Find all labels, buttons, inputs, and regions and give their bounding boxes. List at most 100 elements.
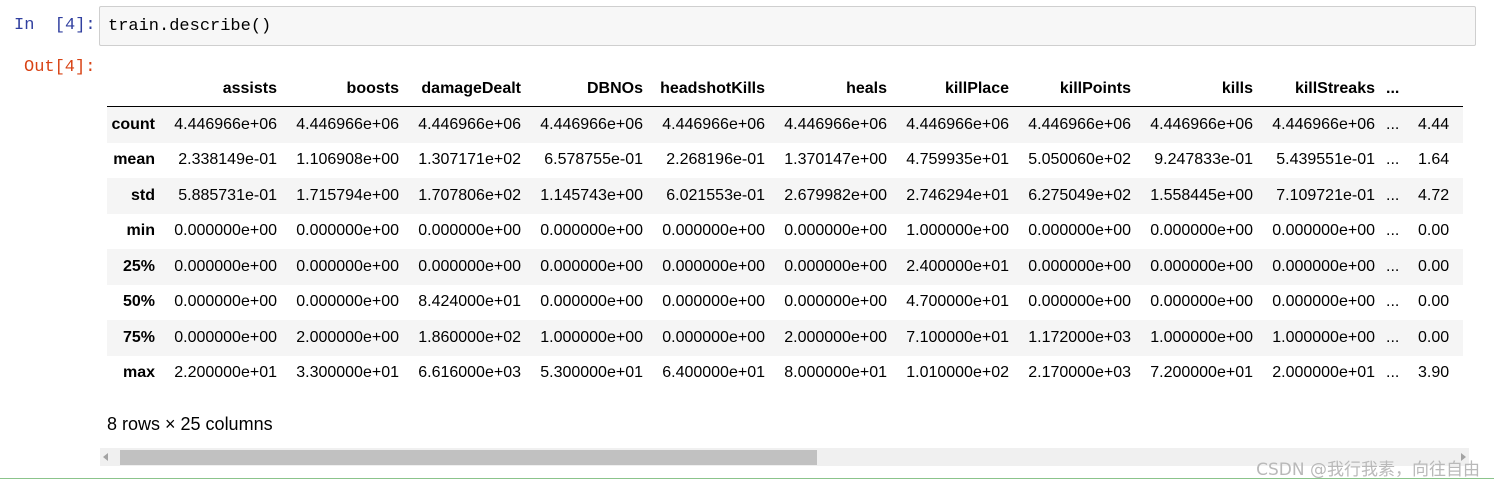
table-cell: 1.558445e+00 <box>1150 186 1253 204</box>
row-index-label: 50% <box>122 293 155 311</box>
table-cell: 0.000000e+00 <box>296 222 399 240</box>
table-shape-summary: 8 rows × 25 columns <box>107 414 273 434</box>
table-cell: 6.275049e+02 <box>1028 186 1131 204</box>
table-cell: 0.000000e+00 <box>1272 293 1375 311</box>
table-header-row: assists boosts damageDealt DBNOs headsho… <box>107 72 1463 107</box>
table-cell: 0.000000e+00 <box>662 293 765 311</box>
table-cell: 1.707806e+02 <box>418 186 521 204</box>
code-text[interactable]: train.describe() <box>108 17 271 36</box>
index-header <box>107 72 160 107</box>
scrollbar-thumb[interactable] <box>120 450 817 465</box>
table-cell: 8.000000e+01 <box>784 364 887 382</box>
table-cell: 0.000000e+00 <box>1028 257 1131 275</box>
table-cell: 0.000000e+00 <box>174 293 277 311</box>
table-cell: 1.307171e+02 <box>418 151 521 169</box>
table-cell: 9.247833e-01 <box>1154 151 1253 169</box>
column-header-truncated <box>1413 72 1463 107</box>
table-row: count 4.446966e+06 4.446966e+06 4.446966e+0… <box>107 106 1463 143</box>
column-header: boosts <box>282 72 404 107</box>
table-cell-truncated: 4.72 <box>1418 186 1450 204</box>
row-index-label: min <box>126 222 155 240</box>
table-cell-ellipsis: ... <box>1386 293 1400 311</box>
column-header: killStreaks <box>1258 72 1380 107</box>
table-cell: 1.145743e+00 <box>540 186 643 204</box>
table-cell: 4.446966e+06 <box>540 115 643 133</box>
table-cell: 0.000000e+00 <box>174 222 277 240</box>
table-cell-ellipsis: ... <box>1386 115 1400 133</box>
table-cell-ellipsis: ... <box>1386 186 1400 204</box>
column-header: assists <box>160 72 282 107</box>
column-header: kills <box>1136 72 1258 107</box>
table-cell: 1.000000e+00 <box>906 222 1009 240</box>
code-input-area[interactable]: train.describe() <box>99 6 1476 46</box>
table-cell-truncated: 0.00 <box>1418 222 1450 240</box>
row-index-label: 25% <box>122 257 155 275</box>
table-cell: 1.172000e+03 <box>1028 328 1131 346</box>
column-header: killPlace <box>892 72 1014 107</box>
table-row: max 2.200000e+01 3.300000e+01 6.616000e+03 5… <box>107 355 1463 391</box>
table-cell: 0.000000e+00 <box>1150 222 1253 240</box>
column-header: killPoints <box>1014 72 1136 107</box>
table-cell: 1.000000e+00 <box>1272 328 1375 346</box>
table-cell: 4.446966e+06 <box>784 115 887 133</box>
table-cell: 0.000000e+00 <box>296 257 399 275</box>
table-cell: 0.000000e+00 <box>1272 222 1375 240</box>
table-row: std 5.885731e-01 1.715794e+00 1.707806e+02 1… <box>107 178 1463 214</box>
table-cell: 6.400000e+01 <box>662 364 765 382</box>
table-cell: 4.446966e+06 <box>662 115 765 133</box>
table-cell-truncated: 0.00 <box>1418 257 1450 275</box>
table-cell: 5.439551e-01 <box>1276 151 1375 169</box>
table-cell: 2.000000e+01 <box>1272 364 1375 382</box>
dataframe-output: assists boosts damageDealt DBNOs headsho… <box>107 72 1469 394</box>
table-cell: 4.446966e+06 <box>296 115 399 133</box>
table-cell: 0.000000e+00 <box>296 293 399 311</box>
table-cell: 6.616000e+03 <box>418 364 521 382</box>
table-cell: 0.000000e+00 <box>784 257 887 275</box>
table-cell: 0.000000e+00 <box>418 257 521 275</box>
column-header: heals <box>770 72 892 107</box>
table-cell: 0.000000e+00 <box>174 328 277 346</box>
table-cell: 4.759935e+01 <box>906 151 1009 169</box>
table-cell: 4.446966e+06 <box>1272 115 1375 133</box>
table-cell: 4.446966e+06 <box>1150 115 1253 133</box>
output-prompt: Out[4]: <box>24 58 96 77</box>
table-cell: 1.010000e+02 <box>906 364 1009 382</box>
table-cell-truncated: 4.44 <box>1418 115 1450 133</box>
describe-table: assists boosts damageDealt DBNOs headsho… <box>107 72 1463 391</box>
table-cell: 7.100000e+01 <box>906 328 1009 346</box>
table-cell-ellipsis: ... <box>1386 364 1400 382</box>
table-cell: 1.860000e+02 <box>418 328 521 346</box>
table-cell: 4.446966e+06 <box>418 115 521 133</box>
table-cell: 7.200000e+01 <box>1150 364 1253 382</box>
input-prompt: In [4]: <box>14 16 96 35</box>
table-cell: 0.000000e+00 <box>1150 293 1253 311</box>
row-index-label: count <box>111 115 155 133</box>
column-header: headshotKills <box>648 72 770 107</box>
table-cell: 0.000000e+00 <box>784 293 887 311</box>
table-cell: 1.106908e+00 <box>296 151 399 169</box>
table-cell-ellipsis: ... <box>1386 222 1400 240</box>
scroll-left-arrow-icon[interactable] <box>103 453 108 461</box>
table-cell-ellipsis: ... <box>1386 151 1400 169</box>
table-cell: 4.446966e+06 <box>174 115 277 133</box>
table-cell: 0.000000e+00 <box>174 257 277 275</box>
table-cell: 5.050060e+02 <box>1028 151 1131 169</box>
table-cell: 7.109721e-01 <box>1276 186 1375 204</box>
table-cell: 0.000000e+00 <box>784 222 887 240</box>
table-cell: 0.000000e+00 <box>1150 257 1253 275</box>
table-cell: 4.700000e+01 <box>906 293 1009 311</box>
table-cell: 1.715794e+00 <box>296 186 399 204</box>
table-cell: 0.000000e+00 <box>540 257 643 275</box>
column-header: DBNOs <box>526 72 648 107</box>
table-cell: 5.300000e+01 <box>540 364 643 382</box>
table-cell: 2.746294e+01 <box>906 186 1009 204</box>
table-row: 25% 0.000000e+00 0.000000e+00 0.000000e+00 0… <box>107 249 1463 285</box>
table-cell: 8.424000e+01 <box>418 293 521 311</box>
table-cell: 2.400000e+01 <box>906 257 1009 275</box>
table-cell: 2.338149e-01 <box>178 151 277 169</box>
table-row: 50% 0.000000e+00 0.000000e+00 8.424000e+01 0… <box>107 284 1463 320</box>
table-cell: 6.021553e-01 <box>666 186 765 204</box>
table-row: min 0.000000e+00 0.000000e+00 0.000000e+00 0… <box>107 213 1463 249</box>
table-cell: 1.000000e+00 <box>540 328 643 346</box>
table-cell: 1.000000e+00 <box>1150 328 1253 346</box>
